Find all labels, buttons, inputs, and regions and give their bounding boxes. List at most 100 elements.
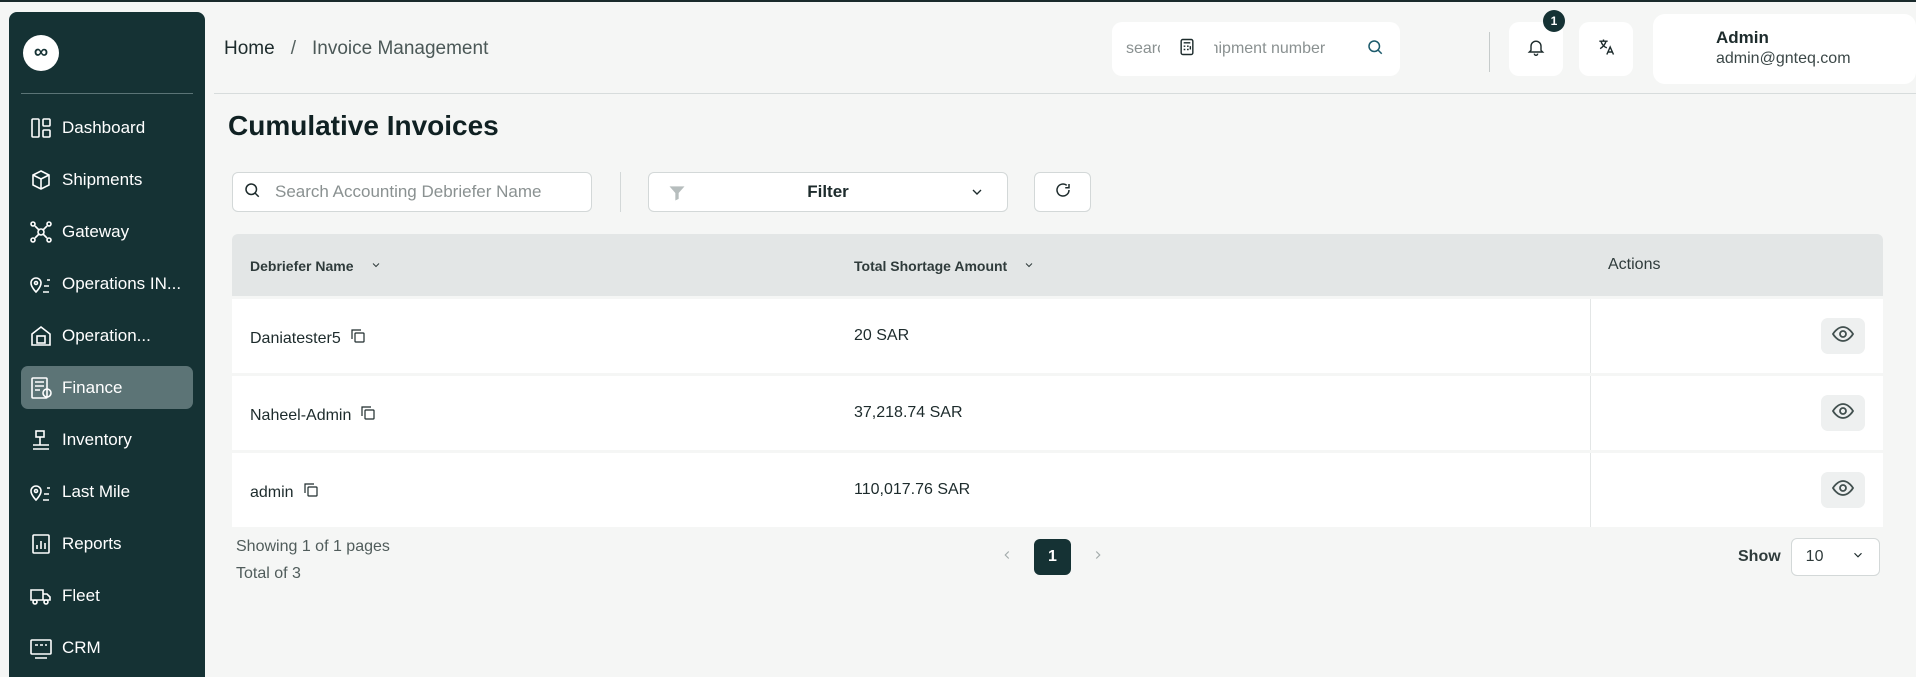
total-count: Total of 3: [236, 565, 301, 582]
page-size-value: 10: [1805, 548, 1824, 565]
eye-icon: [1831, 399, 1855, 428]
toolbar-divider: [620, 172, 621, 212]
calculator-button[interactable]: [1160, 22, 1214, 76]
header-divider: [1489, 32, 1490, 72]
copy-icon[interactable]: [349, 327, 367, 350]
view-button[interactable]: [1821, 318, 1865, 354]
user-name: Admin: [1716, 28, 1769, 47]
sidebar-item-fleet[interactable]: Fleet: [21, 574, 193, 617]
copy-icon[interactable]: [302, 481, 320, 504]
search-icon[interactable]: [1366, 38, 1384, 61]
sidebar-item-crm[interactable]: CRM: [21, 626, 193, 669]
dashboard-icon: [28, 115, 54, 141]
bell-icon: [1526, 37, 1546, 62]
sidebar-item-label: Operations IN...: [62, 273, 182, 293]
cell-divider: [1590, 376, 1591, 450]
sidebar-item-operation[interactable]: Operation...: [21, 314, 193, 357]
logo[interactable]: ∞: [23, 34, 59, 71]
filter-icon: [667, 183, 687, 208]
translate-icon: [1596, 37, 1616, 62]
debriefer-search-input[interactable]: [275, 182, 575, 202]
sidebar-item-dashboard[interactable]: Dashboard: [21, 106, 193, 149]
eye-icon: [1831, 322, 1855, 351]
sidebar-item-gateway[interactable]: Gateway: [21, 210, 193, 253]
debriefer-name: admin: [250, 483, 294, 501]
debriefer-name-cell: admin: [250, 481, 320, 504]
sidebar: ∞ Dashboard Shipments Gateway Operations…: [9, 12, 205, 677]
forklift-icon: [28, 427, 54, 453]
breadcrumb: Home / Invoice Management: [224, 38, 488, 60]
box-house-icon: [28, 323, 54, 349]
page-title: Cumulative Invoices: [228, 110, 499, 141]
notification-badge: 1: [1543, 10, 1565, 32]
chevron-down-icon: [1851, 548, 1865, 567]
invoices-table: Debriefer Name Total Shortage Amount Act…: [232, 234, 1883, 527]
chevron-left-icon[interactable]: [1000, 548, 1014, 567]
column-header-actions: Actions: [1608, 256, 1661, 273]
cell-divider: [1590, 299, 1591, 373]
crm-icon: [28, 635, 54, 661]
debriefer-name: Daniatester5: [250, 329, 341, 347]
column-label: Total Shortage Amount: [854, 258, 1008, 274]
sidebar-item-label: Reports: [62, 533, 122, 553]
debriefer-name-cell: Daniatester5: [250, 327, 367, 350]
notifications-button[interactable]: 1: [1509, 10, 1565, 76]
package-icon: [28, 167, 54, 193]
show-label: Show: [1738, 548, 1781, 565]
sidebar-item-label: Dashboard: [62, 117, 146, 137]
user-profile[interactable]: Admin admin@gnteq.com: [1653, 14, 1916, 84]
page-size-control: Show 10: [1738, 538, 1880, 576]
search-icon: [243, 181, 275, 204]
view-button[interactable]: [1821, 395, 1865, 431]
filter-label: Filter: [807, 182, 849, 201]
table-row: Daniatester5 20 SAR: [232, 299, 1883, 373]
pagination-info: Showing 1 of 1 pages Total of 3: [236, 533, 390, 587]
pagination: 1: [1000, 539, 1105, 575]
filter-dropdown[interactable]: Filter: [648, 172, 1008, 212]
column-header-total-shortage[interactable]: Total Shortage Amount: [854, 258, 1035, 274]
chevron-down-icon: [1023, 258, 1035, 274]
route-pin-icon: [28, 479, 54, 505]
calculator-icon: [1177, 37, 1197, 62]
sidebar-item-last-mile[interactable]: Last Mile: [21, 470, 193, 513]
copy-icon[interactable]: [359, 404, 377, 427]
chevron-down-icon: [370, 258, 382, 274]
page-number-button[interactable]: 1: [1034, 539, 1071, 575]
refresh-icon: [1054, 181, 1072, 204]
sidebar-item-label: Finance: [62, 377, 123, 397]
cell-divider: [1590, 453, 1591, 527]
breadcrumb-separator: /: [290, 38, 296, 59]
sidebar-item-inventory[interactable]: Inventory: [21, 418, 193, 461]
sidebar-item-reports[interactable]: Reports: [21, 522, 193, 565]
debriefer-search: [232, 172, 592, 212]
table-row: Naheel-Admin 37,218.74 SAR: [232, 376, 1883, 450]
truck-icon: [28, 583, 54, 609]
column-label: Debriefer Name: [250, 258, 354, 274]
sidebar-item-label: CRM: [62, 637, 101, 657]
chevron-down-icon: [969, 184, 985, 205]
sidebar-item-shipments[interactable]: Shipments: [21, 158, 193, 201]
route-pin-icon: [28, 271, 54, 297]
sidebar-item-label: Inventory: [62, 429, 132, 449]
table-header: Debriefer Name Total Shortage Amount Act…: [232, 234, 1883, 296]
debriefer-name: Naheel-Admin: [250, 406, 352, 424]
sidebar-nav: Dashboard Shipments Gateway Operations I…: [21, 106, 193, 669]
user-email: admin@gnteq.com: [1716, 50, 1851, 67]
chevron-right-icon[interactable]: [1091, 548, 1105, 567]
sidebar-item-operations-in[interactable]: Operations IN...: [21, 262, 193, 305]
sidebar-item-label: Operation...: [62, 325, 151, 345]
sidebar-item-finance[interactable]: Finance: [21, 366, 193, 409]
page-size-select[interactable]: 10: [1790, 538, 1880, 576]
table-row: admin 110,017.76 SAR: [232, 453, 1883, 527]
sidebar-item-label: Last Mile: [62, 481, 131, 501]
column-header-debriefer-name[interactable]: Debriefer Name: [250, 258, 382, 274]
sidebar-item-label: Fleet: [62, 585, 100, 605]
language-button[interactable]: [1579, 22, 1633, 76]
view-button[interactable]: [1821, 472, 1865, 508]
debriefer-name-cell: Naheel-Admin: [250, 404, 377, 427]
shipment-search: [1112, 22, 1400, 76]
pages-showing: Showing 1 of 1 pages: [236, 538, 390, 555]
refresh-button[interactable]: [1034, 172, 1091, 212]
sidebar-item-label: Gateway: [62, 221, 130, 241]
breadcrumb-home[interactable]: Home: [224, 38, 275, 60]
